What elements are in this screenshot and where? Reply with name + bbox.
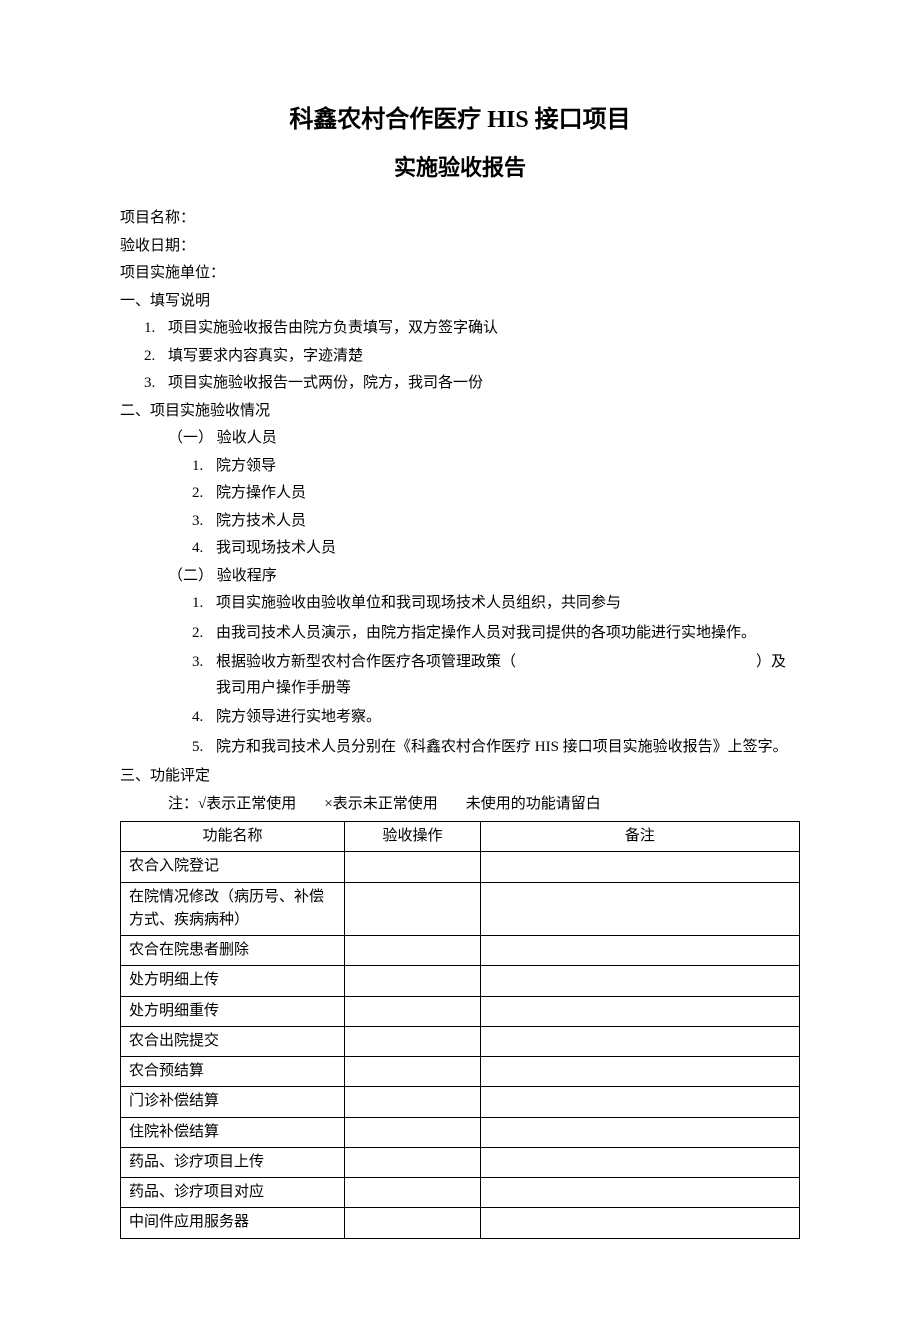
- procedure-item: 由我司技术人员演示，由院方指定操作人员对我司提供的各项功能进行实地操作。: [216, 621, 800, 647]
- legend-prefix: 注：: [168, 796, 198, 812]
- section2-header: 二、项目实施验收情况: [120, 399, 800, 425]
- personnel-item: 我司现场技术人员: [216, 540, 336, 556]
- function-eval-table: 功能名称 验收操作 备注 农合入院登记在院情况修改（病历号、补偿方式、疾病病种）…: [120, 821, 800, 1239]
- cell-accept-op: [345, 852, 481, 882]
- table-row: 农合在院患者删除: [121, 936, 800, 966]
- table-row: 门诊补偿结算: [121, 1087, 800, 1117]
- field-project-name: 项目名称：: [120, 206, 800, 232]
- cell-remark: [480, 996, 799, 1026]
- legend-abnormal: ×表示未正常使用: [324, 792, 437, 818]
- section3-header: 三、功能评定: [120, 764, 800, 790]
- table-row: 农合出院提交: [121, 1026, 800, 1056]
- cell-accept-op: [345, 1208, 481, 1238]
- legend-note: 注：√表示正常使用 ×表示未正常使用 未使用的功能请留白: [168, 792, 800, 818]
- list-number: 2.: [144, 344, 155, 370]
- field-impl-unit: 项目实施单位：: [120, 261, 800, 287]
- cell-remark: [480, 1026, 799, 1056]
- cell-function-name: 在院情况修改（病历号、补偿方式、疾病病种）: [121, 882, 345, 936]
- section2-sub1-header: （一） 验收人员: [168, 426, 800, 452]
- cell-function-name: 门诊补偿结算: [121, 1087, 345, 1117]
- table-row: 药品、诊疗项目对应: [121, 1178, 800, 1208]
- cell-accept-op: [345, 1087, 481, 1117]
- cell-remark: [480, 882, 799, 936]
- cell-remark: [480, 1208, 799, 1238]
- cell-remark: [480, 1057, 799, 1087]
- cell-function-name: 农合在院患者删除: [121, 936, 345, 966]
- table-row: 在院情况修改（病历号、补偿方式、疾病病种）: [121, 882, 800, 936]
- list-number: 2.: [192, 481, 203, 507]
- section1-item: 项目实施验收报告由院方负责填写，双方签字确认: [168, 320, 498, 336]
- list-number: 3.: [144, 371, 155, 397]
- cell-function-name: 药品、诊疗项目对应: [121, 1178, 345, 1208]
- field-accept-date: 验收日期：: [120, 234, 800, 260]
- cell-accept-op: [345, 1026, 481, 1056]
- legend-blank: 未使用的功能请留白: [466, 792, 601, 818]
- table-row: 中间件应用服务器: [121, 1208, 800, 1238]
- doc-title-line1: 科鑫农村合作医疗 HIS 接口项目: [120, 100, 800, 141]
- cell-function-name: 中间件应用服务器: [121, 1208, 345, 1238]
- personnel-item: 院方领导: [216, 458, 276, 474]
- section2-sub2-header: （二） 验收程序: [168, 564, 800, 590]
- section1-item: 填写要求内容真实，字迹清楚: [168, 348, 363, 364]
- table-row: 住院补偿结算: [121, 1117, 800, 1147]
- cell-remark: [480, 966, 799, 996]
- cell-accept-op: [345, 1178, 481, 1208]
- personnel-item: 院方技术人员: [216, 513, 306, 529]
- list-number: 5.: [192, 735, 203, 761]
- cell-function-name: 药品、诊疗项目上传: [121, 1147, 345, 1177]
- cell-function-name: 处方明细上传: [121, 966, 345, 996]
- th-function-name: 功能名称: [121, 822, 345, 852]
- cell-function-name: 农合入院登记: [121, 852, 345, 882]
- cell-remark: [480, 1087, 799, 1117]
- cell-function-name: 农合预结算: [121, 1057, 345, 1087]
- list-number: 4.: [192, 705, 203, 731]
- cell-remark: [480, 936, 799, 966]
- cell-function-name: 住院补偿结算: [121, 1117, 345, 1147]
- doc-title-line2: 实施验收报告: [120, 149, 800, 186]
- procedure-item: 根据验收方新型农村合作医疗各项管理政策（ ）及我司用户操作手册等: [216, 650, 800, 701]
- cell-accept-op: [345, 996, 481, 1026]
- cell-remark: [480, 1178, 799, 1208]
- personnel-item: 院方操作人员: [216, 485, 306, 501]
- procedure-item: 院方领导进行实地考察。: [216, 705, 800, 731]
- list-number: 1.: [144, 316, 155, 342]
- table-header-row: 功能名称 验收操作 备注: [121, 822, 800, 852]
- list-number: 2.: [192, 621, 203, 647]
- cell-function-name: 处方明细重传: [121, 996, 345, 1026]
- cell-accept-op: [345, 936, 481, 966]
- procedure-item: 项目实施验收由验收单位和我司现场技术人员组织，共同参与: [216, 591, 800, 617]
- table-row: 处方明细重传: [121, 996, 800, 1026]
- procedure-item: 院方和我司技术人员分别在《科鑫农村合作医疗 HIS 接口项目实施验收报告》上签字…: [216, 735, 800, 761]
- section1-list: 1. 项目实施验收报告由院方负责填写，双方签字确认 2. 填写要求内容真实，字迹清楚…: [120, 316, 800, 397]
- cell-accept-op: [345, 1057, 481, 1087]
- list-number: 3.: [192, 509, 203, 535]
- section2-sub2-list: 1. 项目实施验收由验收单位和我司现场技术人员组织，共同参与 2. 由我司技术人员演…: [120, 591, 800, 760]
- cell-remark: [480, 1147, 799, 1177]
- list-number: 1.: [192, 454, 203, 480]
- list-number: 3.: [192, 650, 203, 676]
- section1-item: 项目实施验收报告一式两份，院方，我司各一份: [168, 375, 483, 391]
- cell-function-name: 农合出院提交: [121, 1026, 345, 1056]
- table-row: 处方明细上传: [121, 966, 800, 996]
- legend-normal: √表示正常使用: [198, 792, 296, 818]
- cell-accept-op: [345, 882, 481, 936]
- list-number: 4.: [192, 536, 203, 562]
- cell-accept-op: [345, 966, 481, 996]
- list-number: 1.: [192, 591, 203, 617]
- cell-accept-op: [345, 1147, 481, 1177]
- th-accept-op: 验收操作: [345, 822, 481, 852]
- table-row: 药品、诊疗项目上传: [121, 1147, 800, 1177]
- table-row: 农合预结算: [121, 1057, 800, 1087]
- cell-accept-op: [345, 1117, 481, 1147]
- cell-remark: [480, 852, 799, 882]
- section2-sub1-list: 1. 院方领导 2. 院方操作人员 3. 院方技术人员 4. 我司现场技术人员: [120, 454, 800, 562]
- section1-header: 一、填写说明: [120, 289, 800, 315]
- table-row: 农合入院登记: [121, 852, 800, 882]
- th-remark: 备注: [480, 822, 799, 852]
- cell-remark: [480, 1117, 799, 1147]
